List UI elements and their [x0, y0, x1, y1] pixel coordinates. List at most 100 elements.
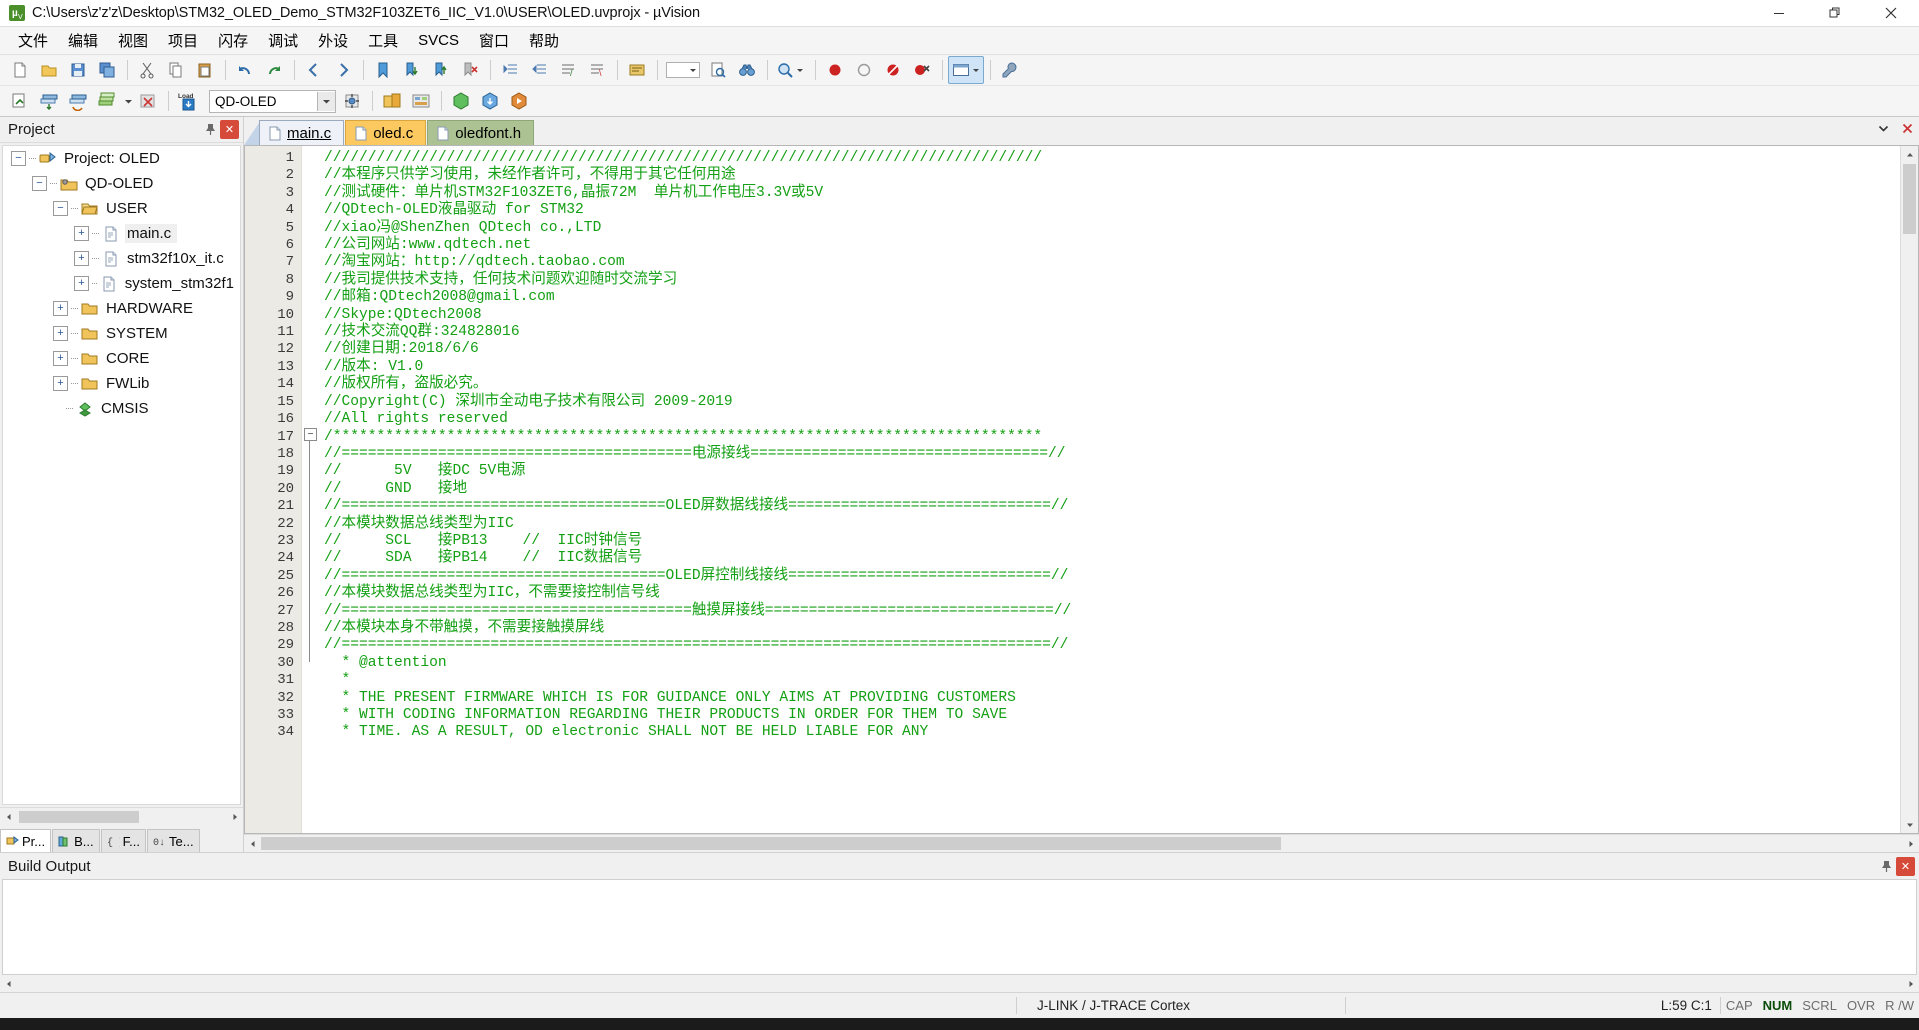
tree-node-cmsis[interactable]: CMSIS — [3, 396, 240, 421]
expander-icon[interactable]: + — [53, 376, 68, 391]
scroll-right-icon[interactable] — [1902, 975, 1919, 992]
search-dropdown[interactable] — [663, 56, 703, 84]
code-line[interactable]: * TIME. AS A RESULT, OD electronic SHALL… — [318, 724, 1900, 741]
copy-button[interactable] — [162, 56, 190, 84]
code-line[interactable]: //我司提供技术支持，任何技术问题欢迎随时交流学习 — [318, 272, 1900, 289]
cut-button[interactable] — [133, 56, 161, 84]
code-line[interactable]: //======================================… — [318, 446, 1900, 463]
menu-project[interactable]: 项目 — [158, 27, 208, 54]
build-button[interactable] — [35, 87, 63, 115]
expander-icon[interactable]: + — [74, 251, 89, 266]
project-tree[interactable]: − Project: OLED − QD-OLED − USER + main.… — [2, 145, 241, 805]
configuration-wizard-button[interactable] — [948, 56, 984, 84]
tree-node-user[interactable]: − USER — [3, 196, 240, 221]
pack-installer-button[interactable] — [476, 87, 504, 115]
menu-tools[interactable]: 工具 — [358, 27, 408, 54]
menu-debug[interactable]: 调试 — [258, 27, 308, 54]
build-target-button[interactable] — [623, 56, 651, 84]
code-line[interactable]: //测试硬件：单片机STM32F103ZET6,晶振72M 单片机工作电压3.3… — [318, 185, 1900, 202]
code-line[interactable]: ////////////////////////////////////////… — [318, 150, 1900, 167]
save-all-button[interactable] — [93, 56, 121, 84]
menu-window[interactable]: 窗口 — [469, 27, 519, 54]
code-line[interactable]: //=====================================O… — [318, 568, 1900, 585]
tree-node-core[interactable]: + CORE — [3, 346, 240, 371]
tab-project[interactable]: Pr... — [0, 829, 52, 852]
code-line[interactable]: //邮箱:QDtech2008@gmail.com — [318, 289, 1900, 306]
next-bookmark-button[interactable] — [398, 56, 426, 84]
editor-tab-oledfont-h[interactable]: oledfont.h — [427, 120, 535, 145]
scroll-right-icon[interactable] — [1902, 835, 1919, 852]
maximize-restore-button[interactable] — [1807, 0, 1863, 26]
scroll-left-icon[interactable] — [0, 808, 17, 825]
manage-project-items-button[interactable] — [378, 87, 406, 115]
expander-icon[interactable]: + — [74, 276, 89, 291]
expander-icon[interactable]: − — [11, 151, 26, 166]
expander-icon[interactable]: − — [32, 176, 47, 191]
tab-functions[interactable]: { } F... — [100, 829, 146, 852]
pin-icon[interactable] — [1877, 857, 1896, 876]
code-line[interactable]: * @attention — [318, 655, 1900, 672]
tree-node-system-stm32f1[interactable]: + system_stm32f1 — [3, 271, 240, 296]
menu-svcs[interactable]: SVCS — [408, 29, 469, 52]
start-debug-button[interactable] — [505, 87, 533, 115]
tab-books[interactable]: B... — [52, 829, 100, 852]
minimize-button[interactable] — [1751, 0, 1807, 26]
expander-icon[interactable]: − — [53, 201, 68, 216]
chevron-down-icon[interactable] — [317, 91, 335, 111]
code-line[interactable]: // SDA 接PB14 // IIC数据信号 — [318, 550, 1900, 567]
editor-vscrollbar[interactable] — [1900, 146, 1918, 833]
select-software-packs-button[interactable] — [447, 87, 475, 115]
fold-toggle-icon[interactable]: − — [304, 428, 317, 441]
code-line[interactable]: //公司网站:www.qdtech.net — [318, 237, 1900, 254]
vscroll-track[interactable] — [1901, 163, 1918, 816]
editor-hscrollbar[interactable] — [244, 834, 1919, 852]
code-line[interactable]: //本模块本身不带触摸，不需要接触摸屏线 — [318, 620, 1900, 637]
insert-breakpoint-button[interactable] — [821, 56, 849, 84]
redo-button[interactable] — [260, 56, 288, 84]
code-line[interactable]: //淘宝网站：http://qdtech.taobao.com — [318, 254, 1900, 271]
tree-node-hardware[interactable]: + HARDWARE — [3, 296, 240, 321]
undo-button[interactable] — [231, 56, 259, 84]
close-button[interactable] — [1863, 0, 1919, 26]
code-line[interactable]: //技术交流QQ群:324828016 — [318, 324, 1900, 341]
tab-templates[interactable]: 0↓ Te... — [146, 829, 200, 852]
kill-breakpoint-button[interactable] — [850, 56, 878, 84]
batch-build-button[interactable] — [93, 87, 121, 115]
code-line[interactable]: //创建日期:2018/6/6 — [318, 341, 1900, 358]
find-in-files-button[interactable] — [704, 56, 732, 84]
expander-icon[interactable]: + — [53, 351, 68, 366]
stop-build-button[interactable] — [134, 87, 162, 115]
prev-bookmark-button[interactable] — [427, 56, 455, 84]
vscroll-thumb[interactable] — [1903, 164, 1916, 234]
code-line[interactable]: //本模块数据总线类型为IIC — [318, 516, 1900, 533]
code-line[interactable]: // GND 接地 — [318, 481, 1900, 498]
navigate-back-button[interactable] — [300, 56, 328, 84]
hscroll-track[interactable] — [17, 808, 226, 825]
code-line[interactable]: * — [318, 672, 1900, 689]
code-line[interactable]: //All rights reserved — [318, 411, 1900, 428]
navigate-forward-button[interactable] — [329, 56, 357, 84]
chevron-down-icon[interactable] — [1875, 120, 1891, 136]
fold-column[interactable]: − — [302, 146, 318, 833]
code-line[interactable]: //版权所有，盗版必究。 — [318, 376, 1900, 393]
uncomment-button[interactable]: \ — [583, 56, 611, 84]
hscroll-thumb[interactable] — [19, 810, 139, 823]
close-icon[interactable]: ✕ — [220, 120, 239, 139]
code-line[interactable]: //本程序只供学习使用，未经作者许可，不得用于其它任何用途 — [318, 167, 1900, 184]
toggle-bookmark-button[interactable] — [369, 56, 397, 84]
scroll-left-icon[interactable] — [244, 835, 261, 852]
scroll-down-icon[interactable] — [1901, 816, 1918, 833]
code-line[interactable]: //======================================… — [318, 637, 1900, 654]
scroll-left-icon[interactable] — [0, 975, 17, 992]
target-select[interactable]: QD-OLED — [209, 89, 336, 113]
expander-icon[interactable]: + — [53, 301, 68, 316]
code-line[interactable]: * THE PRESENT FIRMWARE WHICH IS FOR GUID… — [318, 690, 1900, 707]
code-line[interactable]: * WITH CODING INFORMATION REGARDING THEI… — [318, 707, 1900, 724]
project-tree-hscrollbar[interactable] — [0, 807, 243, 825]
code-line[interactable]: //本模块数据总线类型为IIC，不需要接控制信号线 — [318, 585, 1900, 602]
code-line[interactable]: //=====================================O… — [318, 498, 1900, 515]
expander-icon[interactable]: + — [74, 226, 89, 241]
code-line[interactable]: /***************************************… — [318, 429, 1900, 446]
tree-node-target[interactable]: − QD-OLED — [3, 171, 240, 196]
rebuild-button[interactable] — [64, 87, 92, 115]
